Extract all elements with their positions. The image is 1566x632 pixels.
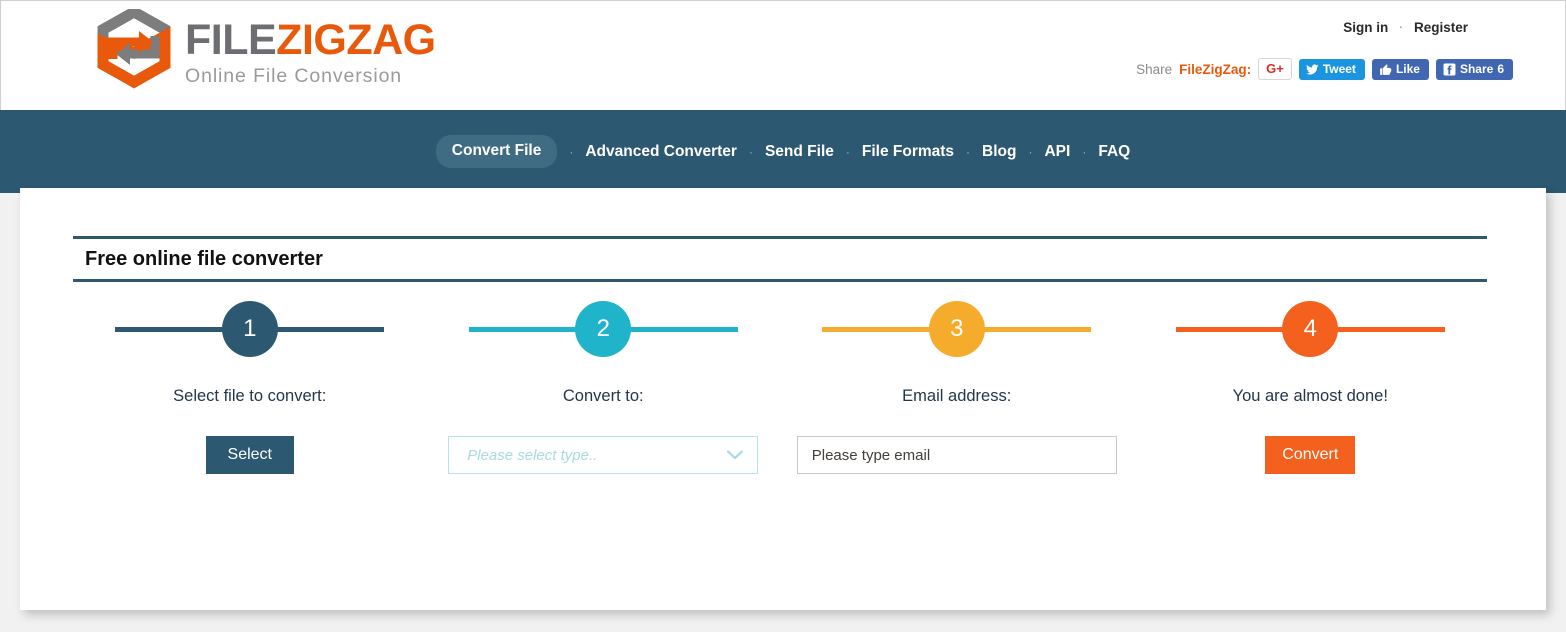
page-title: Free online file converter bbox=[85, 248, 323, 270]
page-root: FILEZIGZAG Online File Conversion Sign i… bbox=[0, 0, 1566, 632]
nav-items-container: Convert File · Advanced Converter · Send… bbox=[0, 110, 1566, 193]
logo-tagline: Online File Conversion bbox=[185, 65, 403, 88]
site-header: FILEZIGZAG Online File Conversion Sign i… bbox=[0, 0, 1566, 110]
chevron-down-icon bbox=[727, 450, 744, 460]
main-navigation: Convert File · Advanced Converter · Send… bbox=[0, 110, 1566, 193]
twitter-bird-icon bbox=[1305, 63, 1319, 75]
step-3-bar: 3 bbox=[780, 301, 1134, 357]
nav-separator: · bbox=[845, 144, 850, 159]
account-separator: · bbox=[1399, 21, 1403, 34]
step-1-number-badge: 1 bbox=[221, 301, 278, 357]
step-3-label: Email address: bbox=[902, 387, 1012, 405]
page-title-block: Free online file converter bbox=[73, 236, 1487, 282]
share-bar: Share FileZigZag: G+ Tweet Like Share 6 bbox=[1136, 58, 1513, 80]
nav-item-advanced-converter[interactable]: Advanced Converter bbox=[585, 143, 737, 161]
select-file-button[interactable]: Select bbox=[205, 436, 294, 474]
step-4-number-badge: 4 bbox=[1282, 301, 1339, 357]
filezigzag-logo-icon bbox=[97, 9, 171, 89]
facebook-like-button[interactable]: Like bbox=[1371, 58, 1429, 80]
tweet-label: Tweet bbox=[1322, 62, 1356, 76]
logo-text: FILEZIGZAG Online File Conversion bbox=[185, 19, 436, 87]
site-logo[interactable]: FILEZIGZAG Online File Conversion bbox=[97, 9, 436, 97]
nav-item-faq[interactable]: FAQ bbox=[1098, 143, 1130, 161]
step-4-control: Convert bbox=[1134, 436, 1488, 474]
step-3-number-badge: 3 bbox=[928, 301, 985, 357]
step-2-control: Please select type.. bbox=[427, 436, 781, 474]
step-2-label: Convert to: bbox=[562, 387, 644, 405]
nav-separator: · bbox=[569, 144, 574, 159]
nav-separator: · bbox=[748, 144, 753, 159]
step-1-label: Select file to convert: bbox=[173, 387, 327, 405]
step-1-bar: 1 bbox=[73, 301, 427, 357]
logo-title-file: FILE bbox=[185, 16, 277, 65]
nav-item-convert-file[interactable]: Convert File bbox=[435, 135, 558, 168]
step-3-control bbox=[780, 436, 1134, 474]
email-input[interactable] bbox=[796, 436, 1117, 474]
step-2-bar: 2 bbox=[427, 301, 781, 357]
step-4: 4 You are almost done! Convert bbox=[1134, 301, 1488, 474]
nav-item-send-file[interactable]: Send File bbox=[765, 143, 834, 161]
convert-type-placeholder: Please select type.. bbox=[467, 446, 598, 464]
twitter-tweet-button[interactable]: Tweet bbox=[1298, 58, 1365, 80]
step-1: 1 Select file to convert: Select bbox=[73, 301, 427, 474]
nav-separator: · bbox=[1082, 144, 1087, 159]
step-2: 2 Convert to: Please select type.. bbox=[427, 301, 781, 474]
share-brand-label: FileZigZag: bbox=[1179, 61, 1252, 77]
nav-separator: · bbox=[966, 144, 971, 159]
facebook-share-count: 6 bbox=[1497, 62, 1504, 76]
thumbs-up-icon bbox=[1380, 63, 1392, 75]
step-2-number-badge: 2 bbox=[575, 301, 632, 357]
facebook-f-icon bbox=[1443, 63, 1456, 75]
steps-wizard: 1 Select file to convert: Select 2 Conve… bbox=[73, 301, 1487, 474]
facebook-share-label: Share bbox=[1459, 62, 1494, 76]
step-4-label: You are almost done! bbox=[1232, 387, 1388, 405]
like-label: Like bbox=[1395, 62, 1420, 76]
content-card: Free online file converter 1 Select file… bbox=[20, 188, 1546, 610]
register-link[interactable]: Register bbox=[1414, 20, 1468, 35]
share-label: Share bbox=[1136, 61, 1173, 77]
facebook-share-button[interactable]: Share 6 bbox=[1435, 58, 1513, 80]
logo-title: FILEZIGZAG bbox=[185, 19, 436, 62]
logo-title-zigzag: ZIGZAG bbox=[276, 16, 436, 65]
google-plus-share-button[interactable]: G+ bbox=[1258, 58, 1292, 80]
convert-button[interactable]: Convert bbox=[1265, 436, 1356, 474]
nav-item-blog[interactable]: Blog bbox=[982, 143, 1016, 161]
nav-separator: · bbox=[1028, 144, 1033, 159]
sign-in-link[interactable]: Sign in bbox=[1343, 20, 1388, 35]
google-plus-label: G+ bbox=[1266, 61, 1284, 76]
step-1-control: Select bbox=[73, 436, 427, 474]
convert-type-select[interactable]: Please select type.. bbox=[448, 436, 759, 474]
nav-item-file-formats[interactable]: File Formats bbox=[862, 143, 954, 161]
nav-item-api[interactable]: API bbox=[1044, 143, 1070, 161]
step-4-bar: 4 bbox=[1134, 301, 1488, 357]
step-3: 3 Email address: bbox=[780, 301, 1134, 474]
account-links: Sign in · Register bbox=[1343, 20, 1468, 35]
